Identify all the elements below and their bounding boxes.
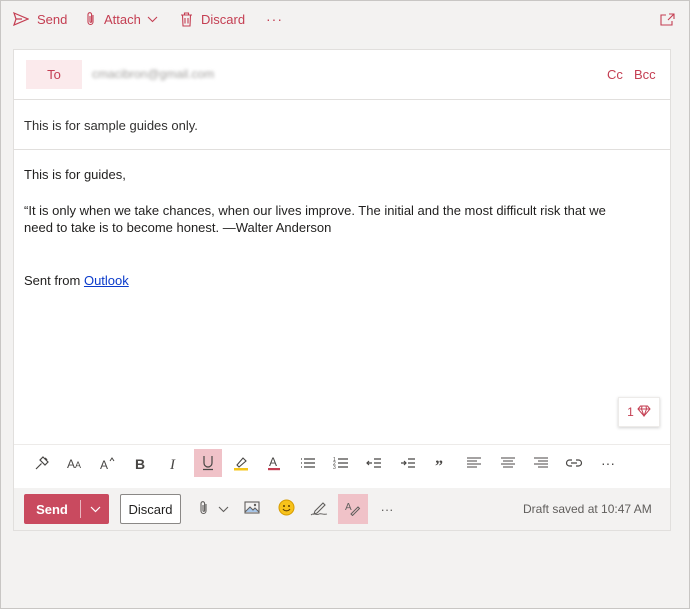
more-format-options-button[interactable]: ··· — [594, 449, 622, 477]
body-greeting: This is for guides, — [24, 167, 126, 182]
chevron-down-icon[interactable] — [147, 16, 158, 23]
pen-icon — [310, 500, 328, 519]
emoji-icon — [278, 499, 295, 519]
format-painter-icon — [34, 455, 50, 471]
paperclip-icon — [199, 500, 209, 519]
decrease-indent-icon — [366, 456, 382, 470]
italic-button[interactable]: I — [160, 449, 188, 477]
insights-button[interactable]: 1 — [618, 397, 660, 427]
popout-button[interactable] — [660, 2, 675, 36]
signature-prefix: Sent from — [24, 273, 84, 288]
picture-icon — [244, 501, 260, 517]
more-options-button[interactable]: ··· — [266, 2, 283, 36]
underline-button[interactable] — [194, 449, 222, 477]
numbering-button[interactable]: 123 — [327, 449, 355, 477]
diamond-icon — [637, 405, 651, 420]
outlook-link[interactable]: Outlook — [84, 273, 129, 288]
underline-icon — [201, 455, 215, 471]
attach-options-chevron-icon[interactable] — [214, 494, 232, 524]
send-command-label: Send — [37, 11, 68, 27]
discard-command-label: Discard — [201, 11, 246, 27]
send-icon — [13, 12, 29, 26]
recipient-chip[interactable]: cmacibron@gmail.com — [92, 67, 214, 81]
message-body[interactable]: This is for guides, “It is only when we … — [24, 166, 660, 289]
editor-pen-icon: A — [345, 500, 361, 519]
insert-picture-button[interactable] — [240, 494, 264, 524]
compose-card: To cmacibron@gmail.com Cc Bcc This is fo… — [13, 49, 671, 531]
quote-icon: ” — [435, 457, 447, 469]
numbered-list-icon: 123 — [333, 456, 349, 470]
insights-count: 1 — [627, 405, 634, 419]
body-quote-line-1: “It is only when we take chances, when o… — [24, 203, 606, 218]
font-color-icon: A — [267, 455, 281, 471]
quote-button[interactable]: ” — [427, 449, 455, 477]
popout-icon — [660, 12, 675, 26]
paperclip-icon — [86, 11, 96, 27]
insert-link-button[interactable] — [560, 449, 588, 477]
bullets-button[interactable] — [294, 449, 322, 477]
italic-icon: I — [167, 456, 181, 470]
draft-status: Draft saved at 10:47 AM — [523, 502, 652, 516]
compose-window: Send Attach Discard ··· To cmacibron@gma… — [0, 0, 690, 609]
link-icon — [565, 457, 583, 469]
svg-text:A: A — [67, 457, 75, 470]
grow-font-button[interactable]: A — [94, 449, 122, 477]
to-row: To cmacibron@gmail.com Cc Bcc — [14, 50, 670, 100]
svg-text:A: A — [75, 460, 81, 470]
align-center-icon — [500, 456, 516, 470]
more-label: ··· — [266, 11, 283, 27]
font-color-button[interactable]: A — [260, 449, 288, 477]
svg-text:B: B — [135, 456, 145, 470]
highlighter-icon — [233, 455, 249, 471]
send-button-label: Send — [36, 501, 68, 517]
align-center-button[interactable] — [494, 449, 522, 477]
format-painter-button[interactable] — [28, 449, 56, 477]
emoji-button[interactable] — [274, 494, 298, 524]
send-options-chevron-icon[interactable] — [81, 506, 109, 513]
action-bar: Send Discard A ··· Draft saved at 10:47 … — [14, 488, 670, 530]
svg-text:A: A — [345, 502, 352, 513]
body-quote-line-2: need to take is to become honest. —Walte… — [24, 220, 332, 235]
svg-text:3: 3 — [333, 465, 336, 470]
editor-button[interactable]: A — [338, 494, 368, 524]
bcc-button[interactable]: Bcc — [634, 67, 656, 82]
signature: Sent from Outlook — [24, 272, 660, 289]
cc-button[interactable]: Cc — [607, 67, 623, 82]
more-actions-button[interactable]: ··· — [376, 494, 398, 524]
align-left-button[interactable] — [460, 449, 488, 477]
font-size-icon: AA — [67, 456, 83, 470]
svg-text:A: A — [269, 455, 277, 469]
trash-icon — [180, 11, 193, 27]
align-right-button[interactable] — [527, 449, 555, 477]
discard-button[interactable]: Discard — [120, 494, 181, 524]
attach-command[interactable]: Attach — [86, 2, 158, 36]
decrease-indent-button[interactable] — [360, 449, 388, 477]
font-size-button[interactable]: AA — [61, 449, 89, 477]
bold-button[interactable]: B — [127, 449, 155, 477]
increase-indent-button[interactable] — [394, 449, 422, 477]
more-format-label: ··· — [601, 455, 615, 471]
attach-command-label: Attach — [104, 11, 141, 27]
highlight-button[interactable] — [227, 449, 255, 477]
discard-command[interactable]: Discard — [180, 2, 245, 36]
bulleted-list-icon — [300, 456, 316, 470]
send-command[interactable]: Send — [13, 2, 67, 36]
subject-field[interactable]: This is for sample guides only. — [24, 118, 198, 133]
align-right-icon — [533, 456, 549, 470]
send-button[interactable]: Send — [24, 494, 109, 524]
svg-text:”: ” — [435, 458, 443, 469]
attach-file-button[interactable] — [194, 494, 214, 524]
format-toolbar: AA A B I A 1 2 3 ” ··· — [14, 444, 670, 482]
grow-font-icon: A — [100, 456, 116, 470]
svg-text:A: A — [100, 458, 108, 470]
to-button[interactable]: To — [26, 60, 82, 89]
more-actions-label: ··· — [380, 501, 394, 517]
command-bar: Send Attach Discard ··· — [2, 2, 689, 36]
svg-text:I: I — [169, 457, 176, 470]
bold-icon: B — [134, 456, 148, 470]
align-left-icon — [466, 456, 482, 470]
subject-row[interactable]: This is for sample guides only. — [14, 100, 670, 150]
signature-button[interactable] — [307, 494, 331, 524]
increase-indent-icon — [400, 456, 416, 470]
